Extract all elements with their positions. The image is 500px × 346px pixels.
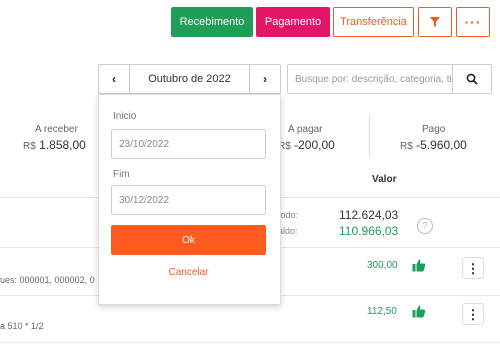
pago-amount: -5.960,00 bbox=[416, 138, 467, 152]
inicio-date-field[interactable]: 23/10/2022 bbox=[111, 129, 266, 159]
question-icon[interactable]: ? bbox=[417, 218, 433, 234]
a-receber-label: A receber bbox=[35, 124, 78, 135]
row-description: a 510 * 1/2 bbox=[0, 321, 44, 331]
filter-button[interactable] bbox=[418, 7, 452, 37]
fim-label: Fim bbox=[113, 169, 130, 180]
summary-divider bbox=[369, 114, 370, 158]
row-divider bbox=[0, 342, 500, 343]
row-description: ues: 000001, 000002, 0 bbox=[0, 275, 95, 285]
month-label[interactable]: Outubro de 2022 bbox=[129, 65, 250, 93]
ok-button[interactable]: Ok bbox=[111, 225, 266, 255]
thumbs-up-icon[interactable] bbox=[412, 258, 426, 272]
saldo-value: 110.966,03 bbox=[339, 224, 399, 238]
search-icon bbox=[466, 73, 478, 85]
date-range-popup: Inicio 23/10/2022 Fim 30/12/2022 Ok Canc… bbox=[98, 94, 281, 305]
a-pagar-amount: -200,00 bbox=[294, 138, 335, 152]
month-navigator: ‹ Outubro de 2022 › bbox=[98, 64, 281, 94]
cancel-button[interactable]: Cancelar bbox=[111, 267, 266, 278]
periodo-label: íodo: bbox=[278, 210, 299, 220]
a-receber-amount: 1.858,00 bbox=[39, 138, 86, 152]
row-actions-button[interactable]: ⋮ bbox=[462, 303, 484, 325]
valor-column-header[interactable]: Valor bbox=[372, 174, 396, 185]
periodo-value: 112.624,03 bbox=[339, 208, 399, 222]
pago-label: Pago bbox=[422, 124, 446, 135]
thumbs-up-icon[interactable] bbox=[412, 304, 426, 318]
search-button[interactable] bbox=[452, 64, 492, 94]
a-pagar-value: R$ -200,00 bbox=[278, 138, 335, 152]
filter-icon bbox=[430, 17, 440, 27]
pago-value: R$ -5.960,00 bbox=[400, 138, 467, 152]
more-options-button[interactable]: ··· bbox=[456, 7, 490, 37]
fim-date-field[interactable]: 30/12/2022 bbox=[111, 185, 266, 215]
next-month-button[interactable]: › bbox=[250, 65, 280, 93]
recebimento-button[interactable]: Recebimento bbox=[171, 7, 253, 37]
currency-symbol: R$ bbox=[23, 141, 36, 152]
row-amount: 300,00 bbox=[367, 260, 398, 271]
inicio-label: Inicio bbox=[113, 111, 137, 122]
row-amount: 112,50 bbox=[367, 306, 397, 317]
a-receber-value: R$ 1.858,00 bbox=[23, 138, 86, 152]
a-pagar-label: A pagar bbox=[288, 124, 323, 135]
search-input[interactable]: Busque por: descrição, categoria, titu bbox=[287, 64, 453, 94]
previous-month-button[interactable]: ‹ bbox=[99, 65, 129, 93]
pagamento-button[interactable]: Pagamento bbox=[256, 7, 330, 37]
currency-symbol: R$ bbox=[400, 141, 413, 152]
transferencia-button[interactable]: Transferência bbox=[333, 7, 414, 37]
row-actions-button[interactable]: ⋮ bbox=[462, 257, 484, 279]
